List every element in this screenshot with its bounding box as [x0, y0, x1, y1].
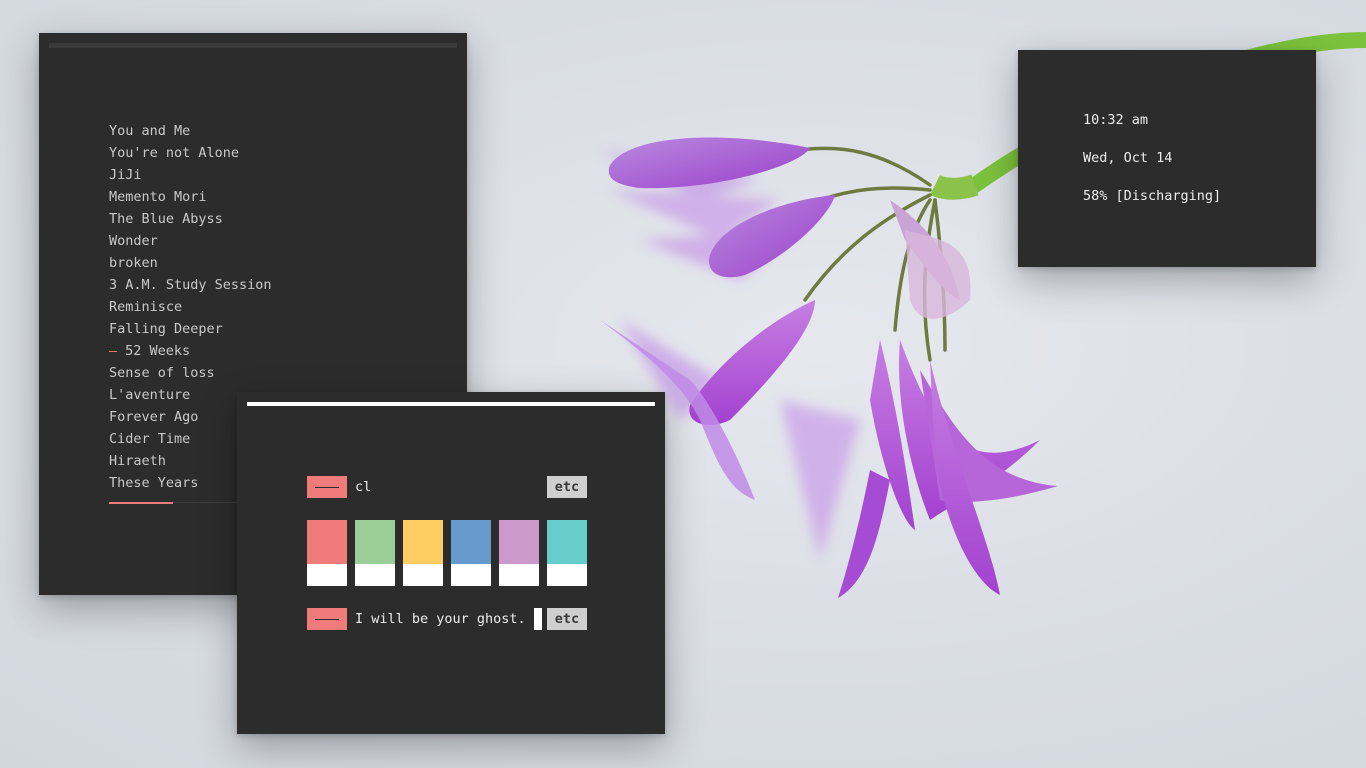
cursor-block — [533, 608, 542, 630]
now-playing-marker: – — [109, 343, 118, 359]
track-item[interactable]: Reminisce — [109, 296, 272, 318]
swatch-color-block — [547, 520, 587, 564]
clock-time: 10:32 am — [1083, 112, 1149, 128]
track-title: The Blue Abyss — [109, 211, 223, 227]
command-text: cl — [355, 479, 372, 495]
track-item[interactable]: Memento Mori — [109, 186, 272, 208]
playback-progress-fill — [109, 502, 174, 504]
prompt-input-line[interactable]: I will be your ghost. — [307, 608, 542, 630]
track-title: These Years — [109, 475, 199, 491]
track-title: Forever Ago — [109, 409, 199, 425]
battery-status: 58% [Discharging] — [1083, 188, 1222, 204]
track-item[interactable]: You and Me — [109, 120, 272, 142]
swatch-color-block — [355, 520, 395, 564]
color-swatch — [307, 520, 347, 586]
track-title: Cider Time — [109, 431, 191, 447]
color-swatch — [499, 520, 539, 586]
terminal-window[interactable]: cl etc I will be your ghost. etc — [237, 392, 665, 734]
color-swatch — [451, 520, 491, 586]
prompt-badge — [307, 476, 347, 498]
track-item[interactable]: You're not Alone — [109, 142, 272, 164]
prompt-line: cl — [307, 476, 371, 498]
swatch-white-block — [547, 564, 587, 586]
track-title: Reminisce — [109, 299, 183, 315]
track-title: Memento Mori — [109, 189, 207, 205]
track-title: 3 A.M. Study Session — [109, 277, 272, 293]
track-title: You and Me — [109, 123, 191, 139]
track-title: You're not Alone — [109, 145, 240, 161]
color-swatch — [403, 520, 443, 586]
track-item[interactable]: 3 A.M. Study Session — [109, 274, 272, 296]
track-item[interactable]: Sense of loss — [109, 362, 272, 384]
color-swatch — [355, 520, 395, 586]
status-window: 10:32 am Wed, Oct 14 58% [Discharging] — [1018, 50, 1316, 267]
swatch-color-block — [403, 520, 443, 564]
etc-label: etc — [547, 608, 587, 630]
dash-icon — [315, 618, 339, 620]
terminal-titlebar[interactable] — [247, 402, 655, 406]
swatch-white-block — [451, 564, 491, 586]
command-input-text[interactable]: I will be your ghost. — [355, 608, 526, 630]
track-item[interactable]: JiJi — [109, 164, 272, 186]
track-title: L'aventure — [109, 387, 191, 403]
swatch-color-block — [307, 520, 347, 564]
swatch-white-block — [307, 564, 347, 586]
track-item[interactable]: Falling Deeper — [109, 318, 272, 340]
swatch-color-block — [451, 520, 491, 564]
color-swatch — [547, 520, 587, 586]
swatch-white-block — [499, 564, 539, 586]
track-item[interactable]: Wonder — [109, 230, 272, 252]
track-title: Sense of loss — [109, 365, 215, 381]
playback-progress-bar[interactable] — [109, 502, 249, 504]
prompt-badge — [307, 608, 347, 630]
etc-label: etc — [547, 476, 587, 498]
swatch-white-block — [355, 564, 395, 586]
swatch-white-block — [403, 564, 443, 586]
track-title: Falling Deeper — [109, 321, 223, 337]
playlist-titlebar[interactable] — [49, 43, 457, 48]
track-title: broken — [109, 255, 158, 271]
color-palette — [307, 520, 587, 586]
track-item[interactable]: broken — [109, 252, 272, 274]
swatch-color-block — [499, 520, 539, 564]
track-title: JiJi — [109, 167, 142, 183]
clock-date: Wed, Oct 14 — [1083, 150, 1173, 166]
track-item-current[interactable]: –52 Weeks — [109, 340, 272, 362]
track-title: 52 Weeks — [125, 343, 191, 359]
track-title: Hiraeth — [109, 453, 166, 469]
track-item[interactable]: The Blue Abyss — [109, 208, 272, 230]
dash-icon — [315, 486, 339, 488]
track-title: Wonder — [109, 233, 158, 249]
